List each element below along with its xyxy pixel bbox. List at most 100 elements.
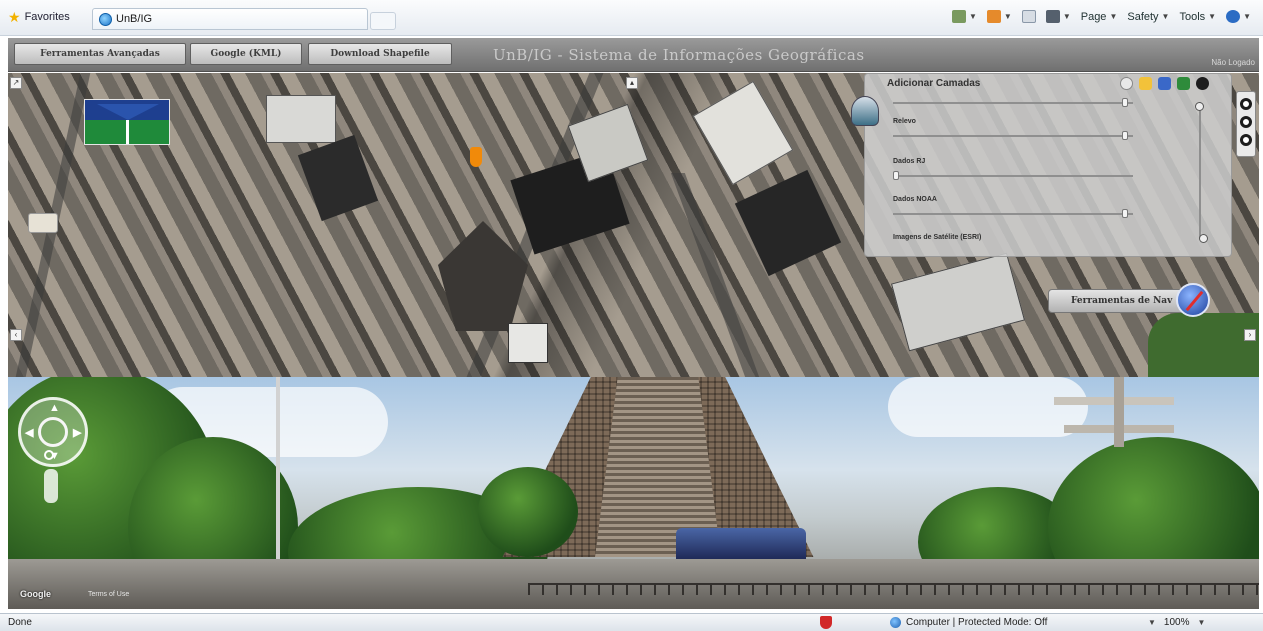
layer-label: Relevo <box>893 118 916 125</box>
slider-knob[interactable] <box>1122 98 1129 107</box>
map-zoom-control <box>1236 91 1256 157</box>
map-pan-left-icon[interactable]: ‹ <box>10 329 22 341</box>
login-status: Não Logado <box>1211 58 1255 67</box>
map-building <box>890 252 1026 352</box>
settings-icon[interactable] <box>1120 77 1133 90</box>
layer-opacity-slider[interactable] <box>893 209 1133 218</box>
browser-toolbar: ▼ ▼ ▼ Page ▼ Safety ▼ Tools ▼ ▼ <box>951 10 1251 23</box>
status-text: Done <box>8 617 32 628</box>
layer-row: Imagens de Satélite (ESRI) <box>893 234 1133 241</box>
layer-label: Dados NOAA <box>893 196 937 203</box>
browser-tab-label: UnB/IG <box>116 13 153 25</box>
bus <box>676 528 806 562</box>
print-icon <box>1045 10 1060 23</box>
location-pin-icon[interactable] <box>470 147 482 167</box>
map-building <box>692 80 794 186</box>
zoom-options-icon[interactable]: ▼ <box>1148 618 1156 627</box>
map-icon[interactable] <box>1177 77 1190 90</box>
zoom-level-label: 100% <box>1163 617 1190 628</box>
layer-opacity-slider[interactable] <box>893 171 1133 180</box>
map-pan-arrow-icon[interactable]: ↗ <box>10 77 22 89</box>
security-zone-label: Computer | Protected Mode: Off <box>906 617 1048 628</box>
zoom-reset-icon[interactable] <box>1240 116 1252 128</box>
safety-menu-label: Safety <box>1127 10 1159 23</box>
slider-knob[interactable] <box>893 171 899 180</box>
layers-panel-title: Adicionar Camadas <box>887 78 981 89</box>
favorites-button[interactable]: ★ Favorites <box>8 9 70 25</box>
download-shapefile-button[interactable]: Download Shapefile <box>308 43 452 65</box>
ie-page-icon <box>99 12 112 26</box>
safety-menu[interactable]: Safety ▼ <box>1127 11 1169 23</box>
map-building <box>734 169 842 277</box>
page-menu-label: Page <box>1080 10 1107 23</box>
unb-logo <box>84 99 170 145</box>
layer-row: Dados NOAA <box>893 196 1133 218</box>
tools-menu[interactable]: Tools ▼ <box>1179 11 1216 23</box>
map-trees <box>1148 313 1259 377</box>
feeds-icon <box>986 10 1001 23</box>
link-icon[interactable] <box>1158 77 1171 90</box>
layer-opacity-slider[interactable] <box>893 98 1133 107</box>
slider-knob[interactable] <box>1122 131 1129 140</box>
pan-up-icon[interactable]: ▲ <box>49 402 60 414</box>
satellite-map[interactable]: ↗ ▴ ‹ › Adicionar Camadas Relevo Dados R… <box>8 73 1259 377</box>
railing <box>528 583 1259 595</box>
map-pan-arrow-icon[interactable]: ▴ <box>626 77 638 89</box>
advanced-tools-button[interactable]: Ferramentas Avançadas <box>14 43 186 65</box>
map-building <box>508 323 548 363</box>
app-title: UnB/IG - Sistema de Informações Geográfi… <box>493 46 865 64</box>
compass-icon[interactable] <box>1176 283 1210 317</box>
zoom-in-icon[interactable] <box>1240 98 1252 110</box>
sculpture-structure <box>1054 377 1184 447</box>
app-header: Ferramentas Avançadas Google (KML) Downl… <box>8 38 1259 72</box>
layers-panel-icons <box>1120 77 1209 90</box>
street-zoom-in-icon[interactable] <box>44 450 54 460</box>
layer-opacity-slider[interactable] <box>893 131 1133 140</box>
mail-button[interactable] <box>1021 10 1036 23</box>
street-view-person-icon[interactable] <box>28 213 58 233</box>
browser-tab[interactable]: UnB/IG <box>92 8 368 30</box>
zoom-level[interactable]: ▼ 100% ▼ <box>1148 617 1205 628</box>
help-button[interactable]: ▼ <box>1226 10 1251 23</box>
map-cathedral-roof <box>438 221 528 331</box>
panel-vertical-slider[interactable] <box>1195 102 1204 238</box>
home-button[interactable]: ▼ <box>951 10 977 23</box>
mail-icon <box>1021 10 1036 23</box>
layer-row: Relevo <box>893 118 1133 140</box>
favorites-star-icon: ★ <box>8 9 21 25</box>
layers-panel: Adicionar Camadas Relevo Dados RJ Dados … <box>851 73 1232 257</box>
tools-menu-label: Tools <box>1179 10 1206 23</box>
terms-link[interactable]: Terms of Use <box>88 591 129 598</box>
pan-left-icon[interactable]: ◀ <box>25 426 33 439</box>
layer-label: Dados RJ <box>893 158 926 165</box>
browser-status-bar: Done Computer | Protected Mode: Off ▼ 10… <box>0 613 1263 631</box>
layer-row: Dados RJ <box>893 158 1133 180</box>
zoom-out-icon[interactable] <box>1240 134 1252 146</box>
feeds-button[interactable]: ▼ <box>986 10 1012 23</box>
tree <box>478 467 578 557</box>
new-tab-button[interactable] <box>370 12 396 30</box>
help-icon <box>1226 10 1241 23</box>
layers-stack-icon[interactable] <box>851 96 879 126</box>
map-pan-right-icon[interactable]: › <box>1244 329 1256 341</box>
security-shield-icon[interactable] <box>820 616 832 629</box>
close-icon[interactable] <box>1196 77 1209 90</box>
slider-knob[interactable] <box>1195 102 1204 111</box>
folder-icon[interactable] <box>1139 77 1152 90</box>
page-menu[interactable]: Page ▼ <box>1081 11 1118 23</box>
computer-zone-icon <box>890 617 901 628</box>
panel-resize-handle-icon[interactable] <box>1199 234 1208 243</box>
street-view-panorama[interactable]: ▲ ▼ ◀ ▶ Google Terms of Use <box>8 377 1259 609</box>
favorites-label: Favorites <box>24 11 70 23</box>
slider-knob[interactable] <box>1122 209 1129 218</box>
zoom-dropdown-icon[interactable]: ▼ <box>1198 618 1206 627</box>
google-logo: Google <box>20 589 51 599</box>
security-zone[interactable]: Computer | Protected Mode: Off <box>890 617 1047 628</box>
street-zoom-slider[interactable] <box>44 469 58 503</box>
print-button[interactable]: ▼ <box>1045 10 1071 23</box>
street-view-center-icon[interactable] <box>38 417 68 447</box>
google-kml-button[interactable]: Google (KML) <box>190 43 302 65</box>
pan-right-icon[interactable]: ▶ <box>73 426 81 439</box>
browser-command-bar: ★ Favorites UnB/IG ▼ ▼ ▼ Page ▼ Safety ▼ T… <box>0 0 1263 36</box>
map-building <box>266 95 336 143</box>
